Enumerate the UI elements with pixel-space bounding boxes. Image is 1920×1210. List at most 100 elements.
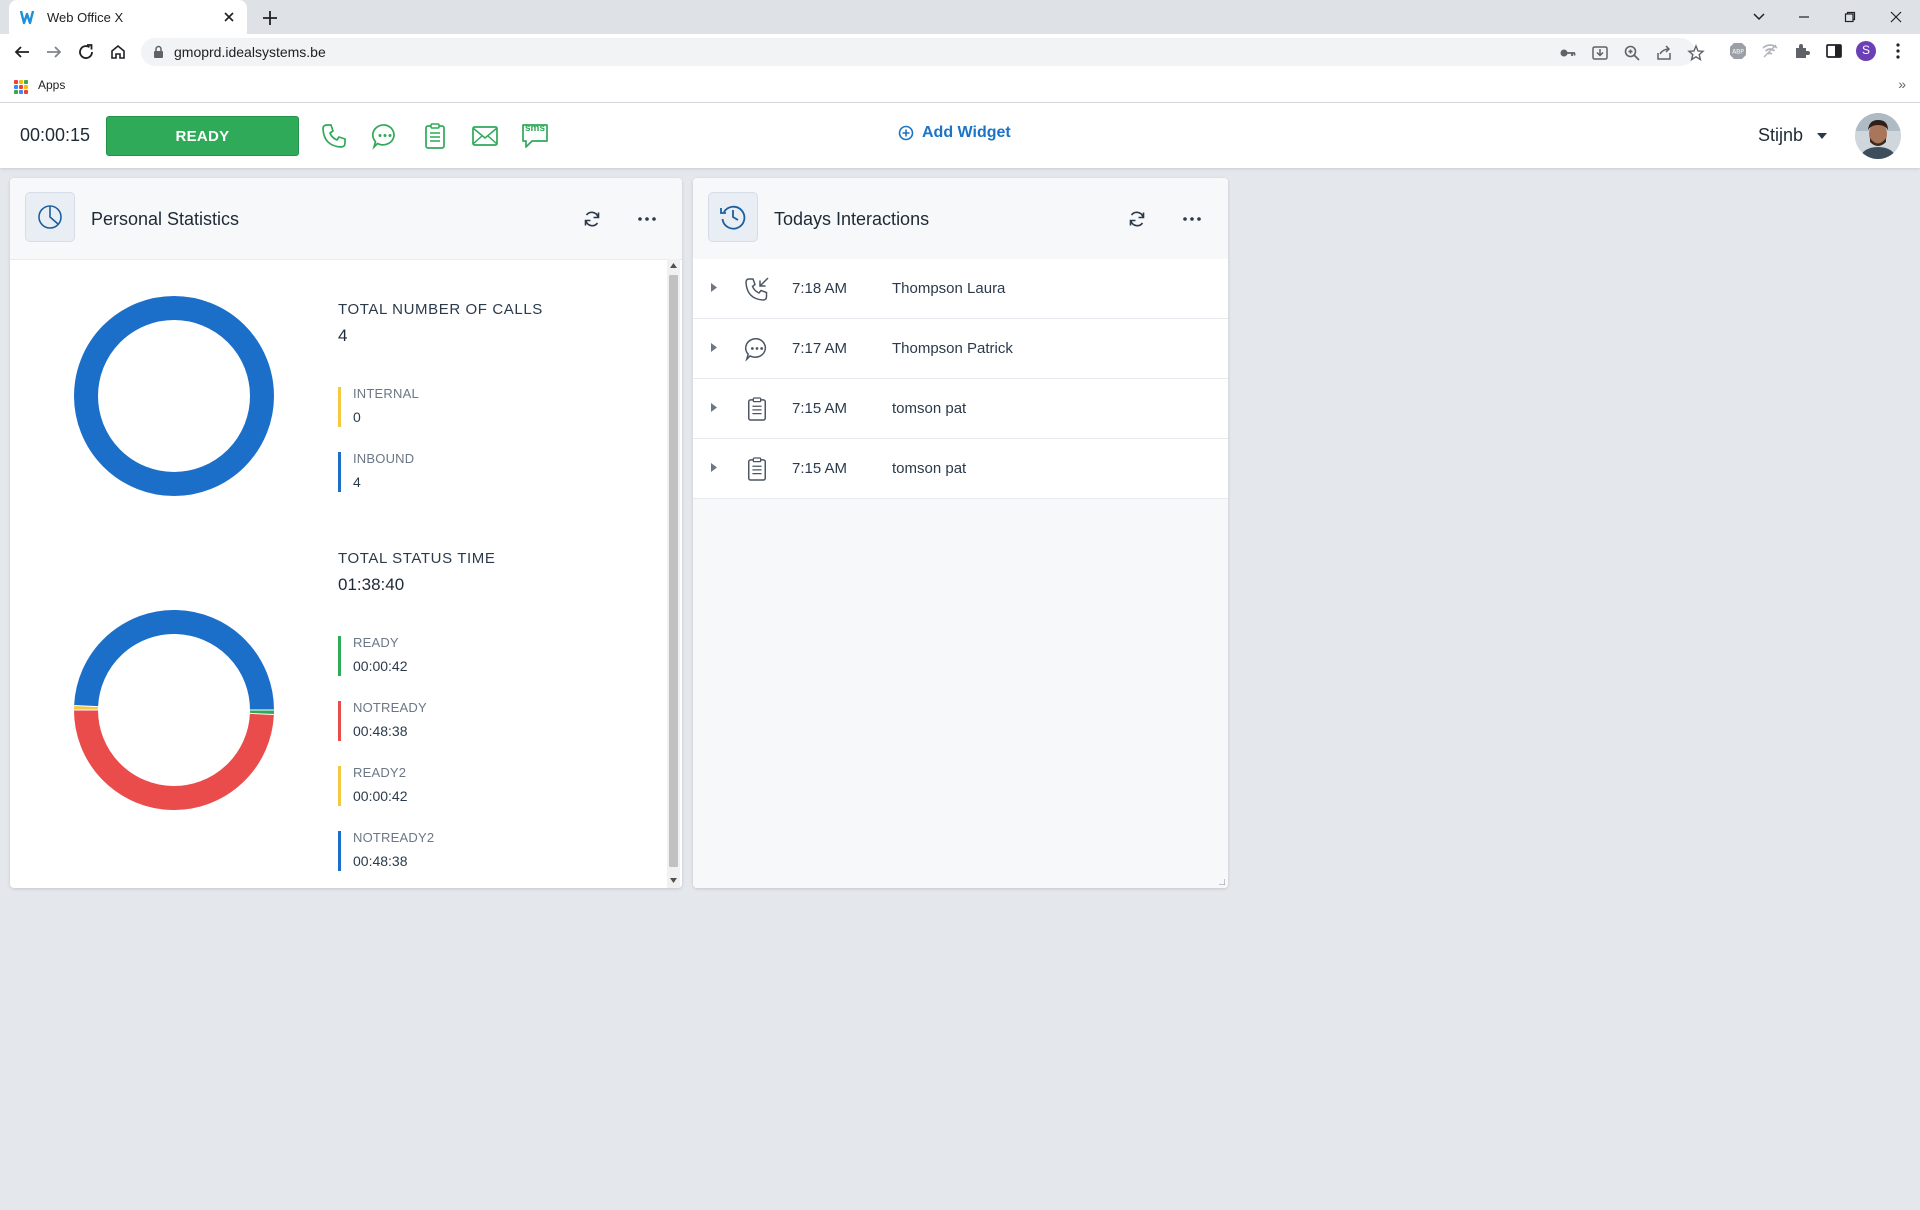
reload-icon[interactable] <box>74 40 98 64</box>
share-icon[interactable] <box>1655 44 1673 62</box>
adblock-extension-icon[interactable]: ABP <box>1728 41 1748 61</box>
pie-chart-icon <box>25 192 75 242</box>
new-tab-icon[interactable] <box>258 6 282 30</box>
legend-color-bar <box>338 701 341 741</box>
scroll-thumb[interactable] <box>669 275 678 867</box>
zoom-icon[interactable] <box>1623 44 1641 62</box>
interaction-contact: tomson pat <box>892 400 967 417</box>
extension-icon[interactable] <box>1760 41 1780 61</box>
svg-text:ABP: ABP <box>1732 49 1744 56</box>
url-text[interactable]: gmoprd.idealsystems.be <box>174 44 326 60</box>
side-panel-icon[interactable] <box>1824 41 1844 61</box>
interaction-contact: tomson pat <box>892 460 967 477</box>
bookmark-star-icon[interactable] <box>1687 44 1705 62</box>
clipboard-icon[interactable] <box>419 121 451 151</box>
apps-bookmark[interactable]: Apps <box>38 78 65 92</box>
email-icon[interactable] <box>469 121 501 151</box>
expand-caret-icon[interactable] <box>711 343 717 352</box>
browser-tab[interactable]: Web Office X <box>9 0 247 34</box>
legend-value: 00:48:38 <box>353 723 408 739</box>
legend-name: INBOUND <box>353 451 415 466</box>
ready-status-button[interactable]: READY <box>106 116 299 156</box>
expand-caret-icon[interactable] <box>711 463 717 472</box>
legend-color-bar <box>338 831 341 871</box>
legend-name: READY2 <box>353 765 407 780</box>
add-widget-label: Add Widget <box>922 124 1011 141</box>
bookmarks-bar: Apps » <box>0 70 1920 103</box>
expand-caret-icon[interactable] <box>711 403 717 412</box>
close-tab-icon[interactable] <box>221 9 237 25</box>
legend-color-bar <box>338 452 341 492</box>
back-icon[interactable] <box>10 40 34 64</box>
legend-name: NOTREADY2 <box>353 830 435 845</box>
restore-icon[interactable] <box>1836 4 1864 30</box>
lock-icon[interactable] <box>153 45 164 59</box>
add-widget-button[interactable]: Add Widget <box>898 124 1011 142</box>
interactions-list: 7:18 AM Thompson Laura 7:17 AM Thompson … <box>693 259 1228 888</box>
home-icon[interactable] <box>106 40 130 64</box>
more-options-icon[interactable] <box>1179 206 1205 232</box>
sms-icon[interactable]: sms <box>519 121 551 151</box>
close-window-icon[interactable] <box>1882 4 1910 30</box>
status-timer: 00:00:15 <box>20 125 91 145</box>
calls-donut-chart <box>74 296 274 496</box>
interaction-row[interactable]: 7:15 AM tomson pat <box>693 439 1228 499</box>
profile-avatar[interactable]: S <box>1856 41 1876 61</box>
apps-grid-icon[interactable] <box>14 80 28 94</box>
total-status-time-value: 01:38:40 <box>338 575 405 594</box>
legend-value: 00:00:42 <box>353 788 408 804</box>
total-calls-value: 4 <box>338 326 348 345</box>
phone-icon[interactable] <box>318 121 350 151</box>
forward-icon[interactable] <box>42 40 66 64</box>
todays-interactions-header: Todays Interactions <box>693 178 1228 260</box>
donut-segment-notready <box>74 709 274 810</box>
widget-title: Personal Statistics <box>91 209 240 229</box>
address-bar[interactable]: gmoprd.idealsystems.be <box>141 38 1705 66</box>
browser-toolbar: gmoprd.idealsystems.be ABP S <box>0 34 1920 70</box>
interaction-row[interactable]: 7:18 AM Thompson Laura <box>693 259 1228 319</box>
donut-segment-inbound <box>74 296 274 496</box>
interaction-contact: Thompson Laura <box>892 280 1006 297</box>
interaction-contact: Thompson Patrick <box>892 340 1013 357</box>
legend-color-bar <box>338 766 341 806</box>
tab-title: Web Office X <box>47 9 124 25</box>
personal-statistics-header: Personal Statistics <box>10 178 682 260</box>
scroll-down-icon[interactable] <box>670 878 677 883</box>
puzzle-extensions-icon[interactable] <box>1792 41 1812 61</box>
total-status-time-label: TOTAL STATUS TIME <box>338 550 496 567</box>
resize-grip-icon[interactable] <box>1219 879 1225 885</box>
refresh-icon[interactable] <box>579 206 605 232</box>
key-icon[interactable] <box>1559 44 1577 62</box>
widget-title: Todays Interactions <box>774 209 930 229</box>
minimize-icon[interactable] <box>1790 4 1818 30</box>
app-header: 00:00:15 READY sms Add Widget Stijnb <box>0 103 1920 168</box>
user-avatar[interactable] <box>1855 113 1901 159</box>
browser-tabstrip: Web Office X <box>0 0 1920 34</box>
scroll-up-icon[interactable] <box>670 263 677 268</box>
bookmarks-more[interactable]: » <box>1898 76 1906 92</box>
profile-initial: S <box>1861 43 1870 57</box>
interaction-row[interactable]: 7:17 AM Thompson Patrick <box>693 319 1228 379</box>
statistics-scrollbar[interactable] <box>667 259 680 888</box>
chat-icon[interactable] <box>369 121 401 151</box>
clipboard-icon <box>743 395 771 423</box>
legend-value: 4 <box>353 474 361 490</box>
tab-search-icon[interactable] <box>1745 4 1773 30</box>
interaction-time: 7:15 AM <box>792 400 848 417</box>
expand-caret-icon[interactable] <box>711 283 717 292</box>
more-options-icon[interactable] <box>634 206 660 232</box>
inbound-call-icon <box>743 275 771 303</box>
clipboard-icon <box>743 455 771 483</box>
browser-menu-icon[interactable] <box>1888 41 1908 61</box>
interaction-row[interactable]: 7:15 AM tomson pat <box>693 379 1228 439</box>
install-app-icon[interactable] <box>1591 44 1609 62</box>
refresh-icon[interactable] <box>1124 206 1150 232</box>
interaction-time: 7:18 AM <box>792 280 848 297</box>
legend-value: 00:00:42 <box>353 658 408 674</box>
personal-statistics-widget: Personal Statistics TOTAL NUMBER OF CALL… <box>10 178 682 888</box>
user-menu[interactable]: Stijnb <box>1758 125 1828 146</box>
legend-value: 0 <box>353 409 361 425</box>
legend-name: NOTREADY <box>353 700 427 715</box>
interaction-time: 7:17 AM <box>792 340 848 357</box>
legend-value: 00:48:38 <box>353 853 408 869</box>
